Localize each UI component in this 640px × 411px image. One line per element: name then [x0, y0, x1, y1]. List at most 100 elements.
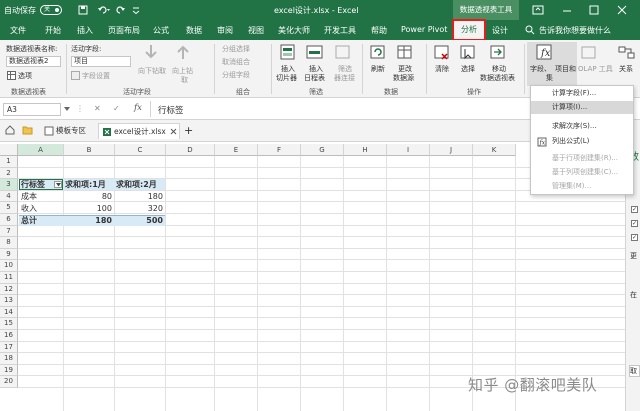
menu-item-list-formulas[interactable]: fx 列出公式(L): [531, 135, 633, 148]
select-all-corner[interactable]: [0, 144, 18, 156]
tab-help[interactable]: 帮助: [371, 25, 387, 36]
tell-me-box[interactable]: 告诉我你想要做什么: [539, 25, 611, 36]
folder-icon[interactable]: [22, 125, 33, 135]
tab-insert[interactable]: 插入: [77, 25, 93, 36]
field-checkbox[interactable]: ✓: [631, 206, 638, 213]
menu-item-create-set-columns[interactable]: 基于列项创建集(C)...: [531, 166, 633, 179]
refresh-button[interactable]: 刷新: [371, 64, 385, 74]
enter-edit-button[interactable]: ✓: [113, 104, 120, 113]
row-header[interactable]: 13: [0, 295, 18, 307]
tab-review[interactable]: 审阅: [217, 25, 233, 36]
row-header[interactable]: 16: [0, 330, 18, 342]
home-icon[interactable]: [5, 125, 15, 135]
ungroup-button[interactable]: 取消组合: [222, 57, 250, 67]
group-selection-button[interactable]: 分组选择: [222, 44, 250, 54]
tab-formulas[interactable]: 公式: [153, 25, 169, 36]
close-tab-icon[interactable]: [170, 128, 177, 135]
column-header[interactable]: I: [387, 144, 430, 156]
group-field-button[interactable]: 分组字段: [222, 70, 250, 80]
save-icon[interactable]: [78, 5, 88, 15]
close-icon[interactable]: [617, 5, 627, 15]
column-header[interactable]: J: [430, 144, 473, 156]
clear-button[interactable]: 清除: [435, 64, 449, 74]
name-box[interactable]: A3: [3, 103, 61, 116]
row-header[interactable]: 17: [0, 341, 18, 354]
row-header[interactable]: 6: [0, 214, 18, 226]
new-tab-button[interactable]: +: [184, 123, 193, 139]
name-box-dropdown-icon[interactable]: [64, 106, 70, 112]
row-header[interactable]: 10: [0, 260, 18, 272]
pivot-cost-jan[interactable]: 80: [64, 191, 114, 202]
row-header[interactable]: 3: [0, 179, 18, 191]
insert-function-button[interactable]: fx: [134, 103, 142, 113]
field-checkbox[interactable]: ✓: [631, 220, 638, 227]
pivot-row-total[interactable]: 总计: [21, 215, 37, 226]
formula-input[interactable]: 行标签: [158, 104, 184, 116]
redo-icon[interactable]: [116, 5, 126, 15]
field-checkbox[interactable]: ✓: [631, 234, 638, 241]
row-header[interactable]: 2: [0, 167, 18, 180]
tab-home[interactable]: 开始: [45, 25, 61, 36]
tab-view[interactable]: 视图: [248, 25, 264, 36]
options-button[interactable]: 选项: [18, 71, 32, 81]
pivot-row-cost[interactable]: 成本: [21, 191, 37, 202]
row-header[interactable]: 7: [0, 225, 18, 238]
maximize-icon[interactable]: [589, 5, 599, 15]
pivot-row-revenue[interactable]: 收入: [21, 203, 37, 214]
pivot-revenue-feb[interactable]: 320: [115, 203, 165, 214]
row-header[interactable]: 12: [0, 283, 18, 296]
tab-power-pivot[interactable]: Power Pivot: [401, 25, 447, 34]
field-settings-button[interactable]: 字段设置: [82, 71, 110, 81]
minimize-icon[interactable]: [562, 5, 572, 15]
menu-item-calculated-field[interactable]: 计算字段(F)...: [531, 87, 633, 100]
pivot-row-labels-header[interactable]: 行标签: [21, 179, 45, 190]
menu-item-manage-sets[interactable]: 管理集(M)...: [531, 180, 633, 193]
drill-down-button[interactable]: 向下钻取: [138, 66, 166, 76]
pivot-total-jan[interactable]: 180: [64, 215, 114, 226]
column-header[interactable]: G: [301, 144, 344, 156]
tab-beautify[interactable]: 美化大师: [278, 25, 310, 36]
pivot-cost-feb[interactable]: 180: [115, 191, 165, 202]
row-header[interactable]: 15: [0, 318, 18, 330]
column-header[interactable]: D: [166, 144, 215, 156]
tab-excel-file[interactable]: excel设计.xlsx: [98, 123, 180, 139]
column-header[interactable]: A: [18, 144, 64, 156]
tab-file[interactable]: 文件: [10, 25, 26, 36]
tab-template-zone[interactable]: 模板专区: [42, 123, 94, 139]
row-labels-filter-button[interactable]: [54, 181, 62, 188]
pivot-col-feb-header[interactable]: 求和项:2月: [116, 179, 157, 190]
tab-data[interactable]: 数据: [186, 25, 202, 36]
autosave-toggle[interactable]: 关: [40, 5, 62, 15]
row-header[interactable]: 8: [0, 237, 18, 249]
column-header[interactable]: B: [64, 144, 115, 156]
tab-developer[interactable]: 开发工具: [324, 25, 356, 36]
pivot-col-jan-header[interactable]: 求和项:1月: [65, 179, 106, 190]
row-header[interactable]: 18: [0, 353, 18, 365]
row-header[interactable]: 11: [0, 272, 18, 284]
row-header[interactable]: 5: [0, 202, 18, 214]
row-header[interactable]: 20: [0, 376, 18, 388]
undo-icon[interactable]: [97, 5, 111, 15]
column-header[interactable]: E: [215, 144, 258, 156]
row-header[interactable]: 1: [0, 156, 18, 168]
column-header[interactable]: K: [473, 144, 516, 156]
pivot-revenue-jan[interactable]: 100: [64, 203, 114, 214]
pane-area-box[interactable]: 取: [629, 365, 640, 377]
row-header[interactable]: 14: [0, 306, 18, 319]
column-header[interactable]: F: [258, 144, 301, 156]
row-header[interactable]: 4: [0, 190, 18, 203]
tab-design[interactable]: 设计: [492, 25, 508, 36]
row-header[interactable]: 9: [0, 248, 18, 261]
tab-page-layout[interactable]: 页面布局: [108, 25, 140, 36]
menu-item-create-set-rows[interactable]: 基于行项创建集(R)...: [531, 152, 633, 165]
select-button[interactable]: 选择: [461, 64, 475, 74]
pivot-total-feb[interactable]: 500: [115, 215, 165, 226]
tab-analyze[interactable]: 分析: [453, 20, 485, 40]
column-header[interactable]: H: [344, 144, 387, 156]
column-header[interactable]: C: [115, 144, 166, 156]
ribbon-display-icon[interactable]: [532, 5, 544, 15]
olap-tools-button[interactable]: OLAP 工具: [578, 64, 613, 74]
menu-item-calculated-item[interactable]: 计算项(I)...: [531, 101, 633, 114]
relationships-button[interactable]: 关系: [619, 64, 633, 74]
menu-item-solve-order[interactable]: 求解次序(S)...: [531, 120, 633, 133]
